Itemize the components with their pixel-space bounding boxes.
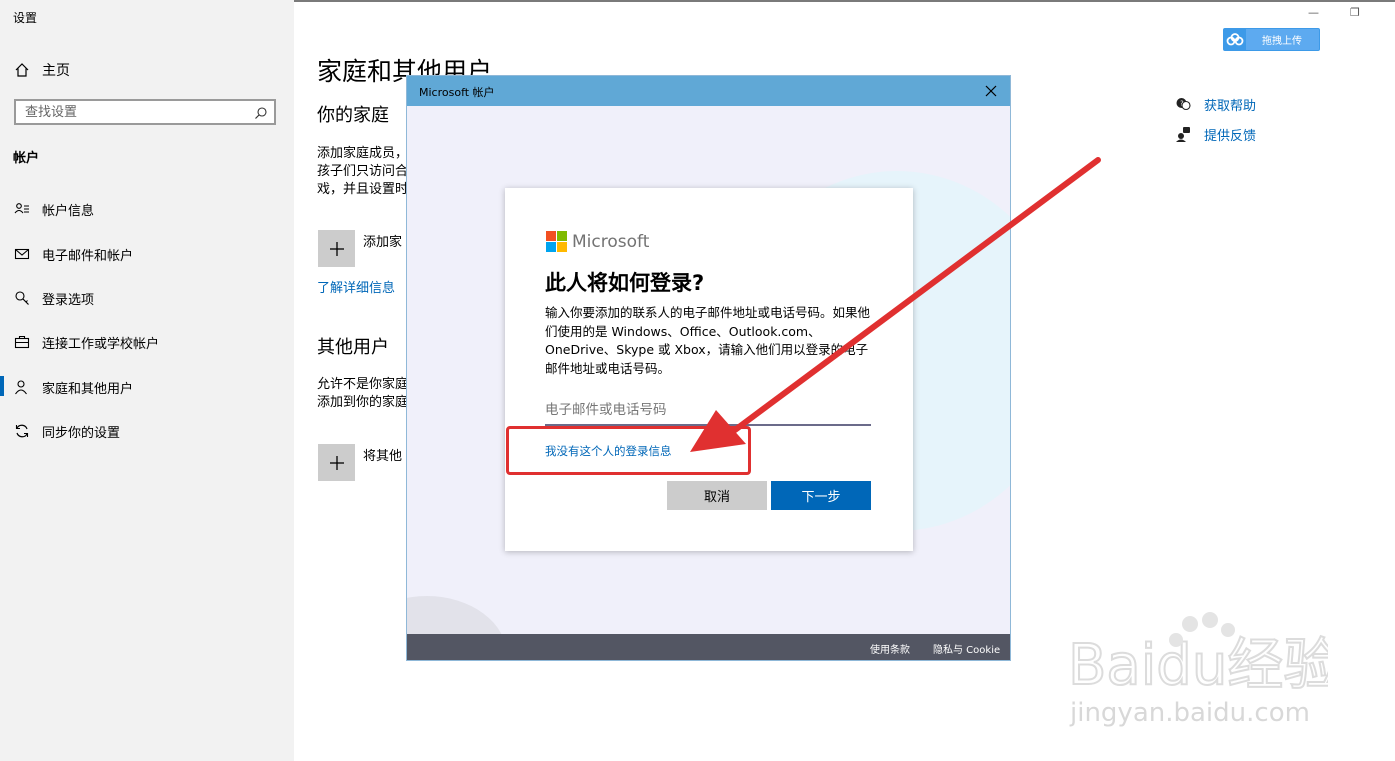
- watermark-logo-text: Baidu经验: [1068, 633, 1328, 698]
- watermark-url: jingyan.baidu.com: [1070, 698, 1310, 728]
